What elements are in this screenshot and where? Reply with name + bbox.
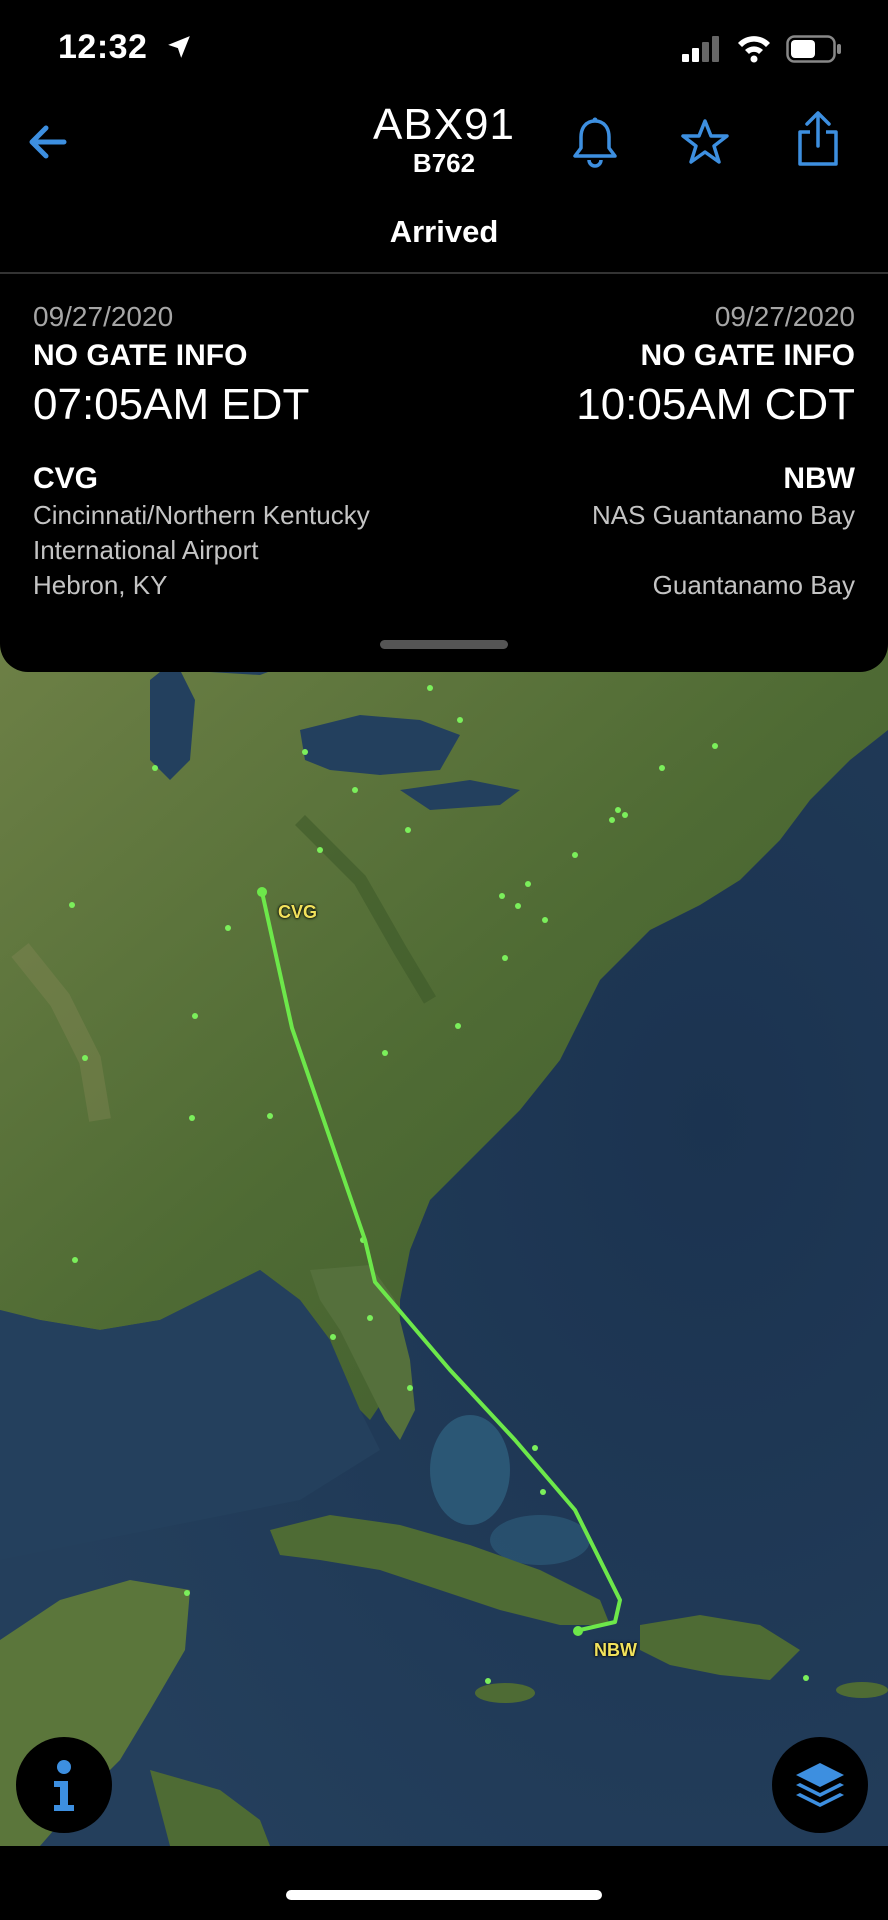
map-destination-label: NBW [594, 1640, 637, 1660]
map-origin-label: CVG [278, 902, 318, 922]
destination-info: 09/27/2020 NO GATE INFO 10:05AM CDT NBW … [435, 298, 855, 603]
departure-time: 07:05AM EDT [33, 380, 310, 429]
origin-airport-name-cont: International Airport [33, 535, 259, 565]
layers-icon [796, 1763, 844, 1807]
flight-info-panel: 09/27/2020 NO GATE INFO 07:05AM EDT CVG … [0, 274, 888, 672]
flight-status: Arrived [389, 214, 499, 249]
origin-info: 09/27/2020 NO GATE INFO 07:05AM EDT CVG … [33, 298, 453, 603]
wifi-icon [738, 36, 770, 63]
destination-city: Guantanamo Bay [652, 570, 855, 600]
cellular-signal-icon [682, 36, 719, 62]
bottom-bar [0, 1846, 888, 1920]
info-icon [54, 1760, 74, 1811]
share-icon[interactable] [792, 110, 844, 168]
star-icon[interactable] [680, 118, 730, 166]
departure-gate: NO GATE INFO [33, 339, 248, 372]
arrival-date: 09/27/2020 [714, 301, 855, 332]
destination-blank-line [435, 533, 855, 568]
aircraft-type: B762 [412, 148, 476, 178]
battery-icon [786, 35, 841, 63]
origin-city: Hebron, KY [33, 570, 168, 600]
location-arrow-icon [168, 36, 190, 58]
map-canvas [0, 640, 888, 1846]
status-bar: 12:32 [0, 0, 888, 96]
origin-code: CVG [33, 462, 99, 495]
destination-code: NBW [783, 462, 855, 495]
origin-marker [257, 887, 267, 897]
destination-airport-name: NAS Guantanamo Bay [591, 500, 855, 530]
arrival-time: 10:05AM CDT [576, 380, 855, 429]
flight-map[interactable]: CVG NBW [0, 640, 888, 1846]
origin-airport-name: Cincinnati/Northern Kentucky [33, 500, 370, 530]
status-time: 12:32 [58, 28, 148, 66]
bell-icon[interactable] [570, 116, 620, 168]
arrival-gate: NO GATE INFO [640, 339, 855, 372]
flight-number: ABX91 [373, 100, 515, 149]
layers-button[interactable] [772, 1737, 868, 1833]
destination-marker [573, 1626, 583, 1636]
home-indicator[interactable] [286, 1890, 602, 1900]
drag-handle[interactable] [380, 640, 508, 649]
departure-date: 09/27/2020 [33, 301, 174, 332]
info-button[interactable] [16, 1737, 112, 1833]
